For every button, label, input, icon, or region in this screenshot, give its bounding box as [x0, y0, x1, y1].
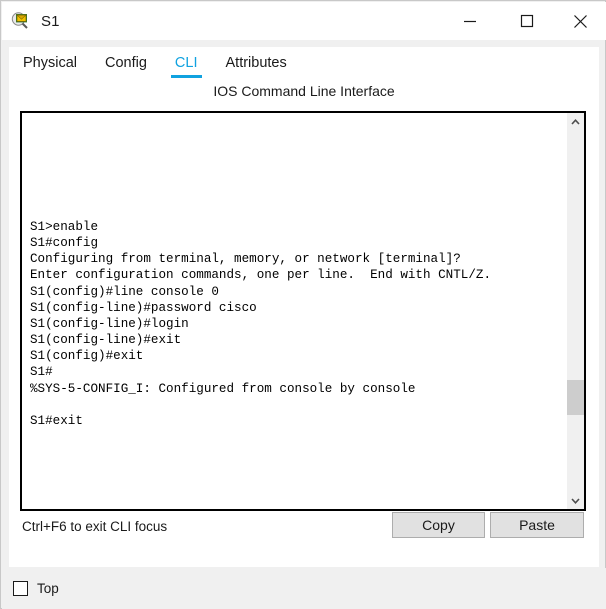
maximize-icon [520, 14, 534, 28]
tab-bar: Physical Config CLI Attributes [9, 47, 301, 79]
tab-cli-label: CLI [174, 55, 198, 71]
scrollbar-thumb[interactable] [567, 380, 584, 415]
tab-attributes[interactable]: Attributes [212, 47, 301, 79]
window-title: S1 [41, 12, 60, 30]
terminal-top-spacer [30, 115, 564, 219]
title-bar: S1 [2, 2, 606, 40]
close-button[interactable] [557, 2, 603, 40]
cli-focus-hint: Ctrl+F6 to exit CLI focus [22, 519, 168, 534]
tab-attributes-label: Attributes [225, 55, 287, 71]
content-panel: Physical Config CLI Attributes IOS Comma… [9, 47, 599, 567]
magnifier-device-icon [11, 11, 31, 31]
cli-caption: IOS Command Line Interface [213, 83, 395, 99]
tab-config-label: Config [105, 55, 147, 71]
top-checkbox-label: Top [37, 581, 59, 596]
chevron-up-icon [571, 118, 580, 125]
paste-button-label: Paste [519, 517, 555, 533]
chevron-down-icon [571, 497, 580, 504]
bottom-bar: Top [2, 568, 606, 609]
tab-physical[interactable]: Physical [9, 47, 91, 79]
minimize-icon [464, 20, 476, 23]
terminal-scrollbar[interactable] [567, 113, 584, 509]
scroll-up-button[interactable] [567, 113, 584, 130]
copy-button-label: Copy [422, 517, 455, 533]
tab-cli[interactable]: CLI [161, 47, 212, 79]
paste-button[interactable]: Paste [490, 512, 584, 538]
scroll-down-button[interactable] [567, 492, 584, 509]
top-checkbox[interactable] [13, 581, 28, 596]
cli-terminal[interactable]: S1>enable S1#config Configuring from ter… [20, 111, 586, 511]
close-icon [573, 14, 587, 28]
copy-button[interactable]: Copy [392, 512, 485, 538]
cli-window: S1 Physical Config CLI Attributes IOS Co… [0, 0, 606, 609]
cli-output[interactable]: S1>enable S1#config Configuring from ter… [30, 115, 564, 507]
tab-config[interactable]: Config [91, 47, 161, 79]
cli-output-text: S1>enable S1#config Configuring from ter… [30, 220, 492, 428]
maximize-button[interactable] [504, 2, 550, 40]
tab-physical-label: Physical [23, 55, 77, 71]
minimize-button[interactable] [447, 2, 493, 40]
